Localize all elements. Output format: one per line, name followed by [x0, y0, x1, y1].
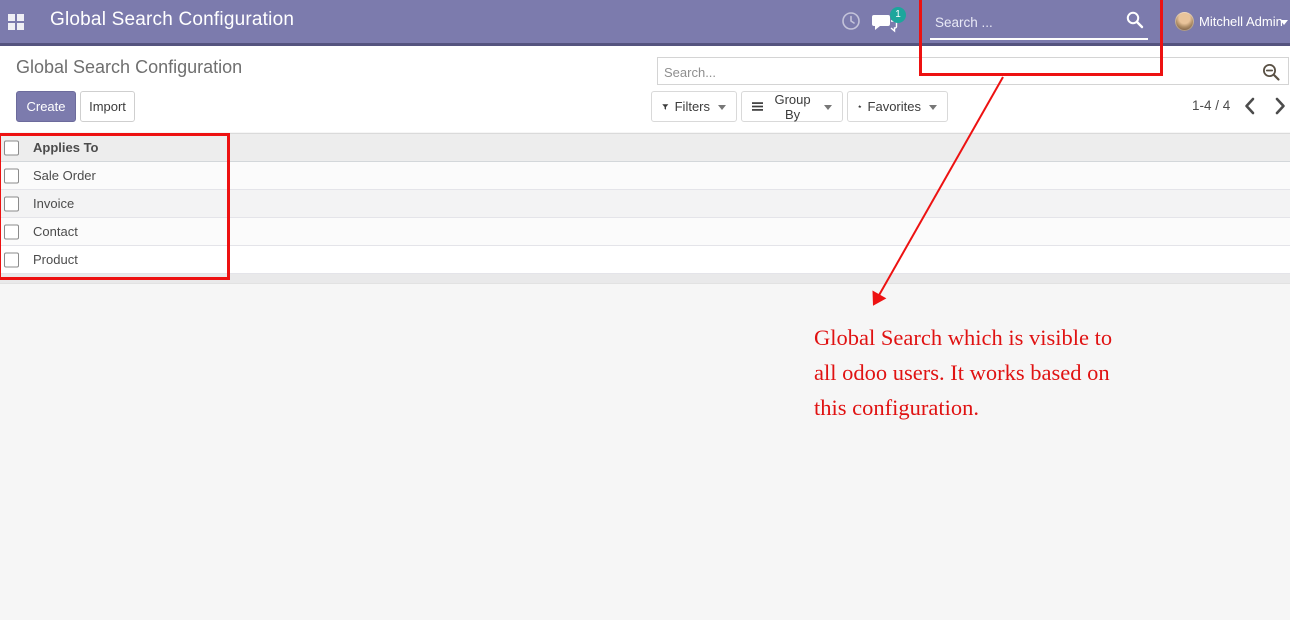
filters-button-label: Filters — [675, 99, 710, 114]
global-search-bar — [930, 6, 1148, 40]
top-navbar: Global Search Configuration 1 Mitchell A… — [0, 0, 1290, 46]
pager-previous-icon[interactable] — [1240, 95, 1262, 117]
list-search-bar — [657, 57, 1289, 85]
list-row-invoice[interactable]: Invoice — [0, 190, 1290, 218]
global-search-input[interactable] — [933, 9, 1117, 35]
select-all-checkbox[interactable] — [4, 140, 19, 155]
list-search-input[interactable] — [662, 60, 1226, 84]
user-avatar[interactable] — [1175, 12, 1194, 31]
list-view: Applies To Sale Order Invoice Contact Pr… — [0, 133, 1290, 284]
messages-count-badge[interactable]: 1 — [890, 7, 906, 23]
odoo-window: Global Search Configuration 1 Mitchell A… — [0, 0, 1290, 620]
filter-funnel-icon — [662, 101, 669, 113]
user-menu-caret-icon[interactable] — [1280, 20, 1288, 25]
list-row-sale-order[interactable]: Sale Order — [0, 162, 1290, 190]
search-options-icon[interactable] — [1262, 63, 1281, 82]
search-icon[interactable] — [1126, 11, 1144, 29]
row-label: Invoice — [33, 196, 74, 211]
row-checkbox[interactable] — [4, 168, 19, 183]
create-button-label: Create — [26, 99, 65, 114]
list-footer-strip — [0, 274, 1290, 284]
group-by-button[interactable]: Group By — [741, 91, 843, 122]
create-button[interactable]: Create — [16, 91, 76, 122]
annotation-note-text: Global Search which is visible to all od… — [814, 320, 1164, 425]
group-by-button-label: Group By — [769, 92, 816, 122]
row-label: Sale Order — [33, 168, 96, 183]
import-button-label: Import — [89, 99, 126, 114]
row-checkbox[interactable] — [4, 224, 19, 239]
row-label: Product — [33, 252, 78, 267]
star-icon — [858, 100, 862, 113]
list-row-contact[interactable]: Contact — [0, 218, 1290, 246]
row-checkbox[interactable] — [4, 252, 19, 267]
app-title: Global Search Configuration — [50, 9, 294, 31]
import-button[interactable]: Import — [80, 91, 135, 122]
filters-button[interactable]: Filters — [651, 91, 737, 122]
list-header-row: Applies To — [0, 133, 1290, 162]
breadcrumb[interactable]: Global Search Configuration — [16, 57, 242, 78]
user-menu[interactable]: Mitchell Admin — [1199, 14, 1283, 29]
group-by-caret-icon — [824, 105, 832, 110]
pager-next-icon[interactable] — [1268, 95, 1290, 117]
list-row-product[interactable]: Product — [0, 246, 1290, 274]
column-header-applies-to[interactable]: Applies To — [33, 140, 98, 155]
pager-range: 1-4 / 4 — [1192, 98, 1230, 113]
favorites-button[interactable]: Favorites — [847, 91, 948, 122]
apps-menu-icon[interactable] — [8, 14, 24, 30]
control-panel: Global Search Configuration Create Impor… — [0, 46, 1290, 132]
row-label: Contact — [33, 224, 78, 239]
activities-clock-icon[interactable] — [841, 11, 861, 31]
favorites-caret-icon — [929, 105, 937, 110]
filters-caret-icon — [718, 105, 726, 110]
group-by-bars-icon — [752, 101, 763, 112]
favorites-button-label: Favorites — [868, 99, 921, 114]
row-checkbox[interactable] — [4, 196, 19, 211]
